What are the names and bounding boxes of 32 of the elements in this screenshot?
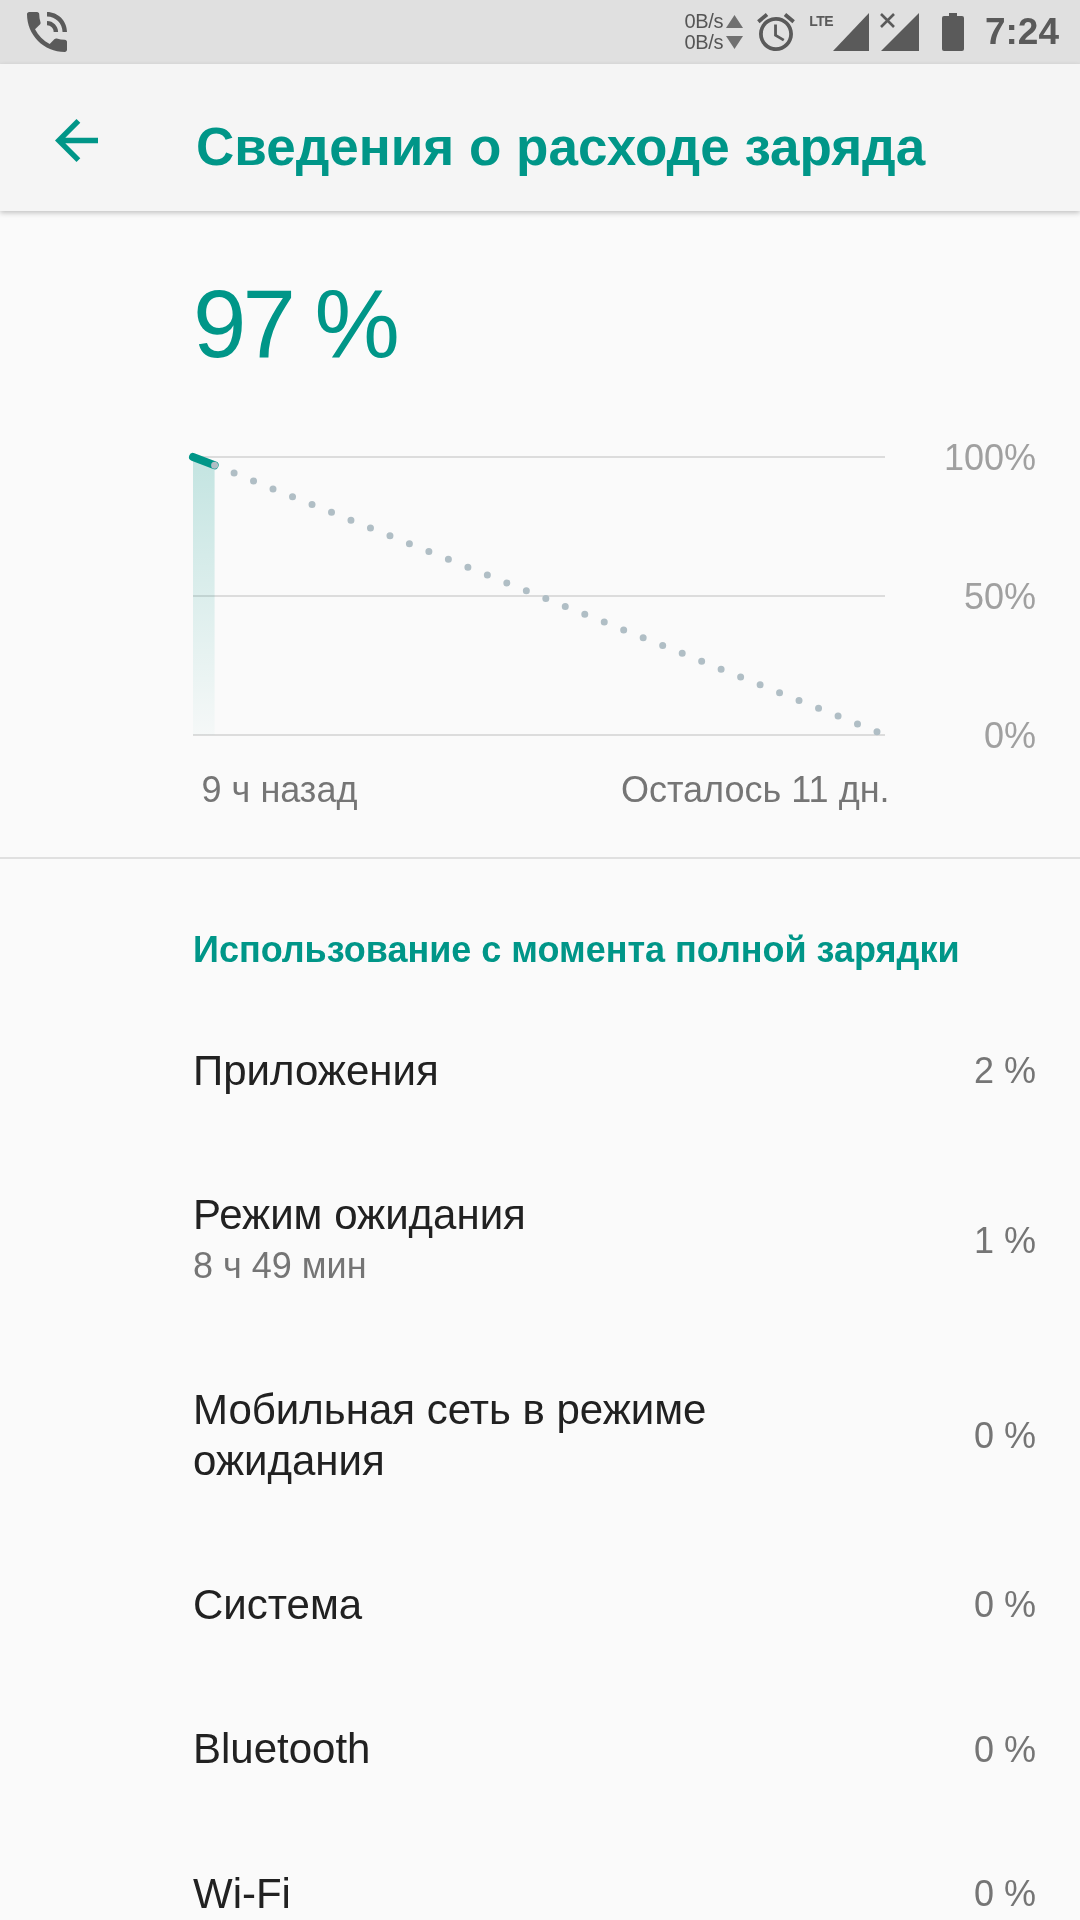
usage-item-title: Wi-Fi (193, 1868, 291, 1919)
usage-percentage: 0 % (973, 1727, 1036, 1772)
transfer-arrows-icon (726, 15, 744, 49)
battery-percentage: 97 % (193, 275, 396, 373)
usage-item-title: Режим ожидания (193, 1190, 526, 1241)
usage-item-title: Мобильная сеть в режиме ожидания (193, 1385, 708, 1486)
usage-item-title: Система (193, 1580, 363, 1631)
usage-item-summary: 8 ч 49 мин (193, 1243, 367, 1288)
usage-percentage: 0 % (973, 1583, 1036, 1628)
usage-item-title: Bluetooth (193, 1724, 371, 1775)
y-axis-label: 0% (983, 715, 1036, 756)
signal-x-icon (879, 13, 919, 51)
network-speed-text: 0B/s (684, 11, 724, 32)
usage-percentage: 2 % (973, 1049, 1036, 1094)
clock-time: 7:24 (984, 10, 1059, 54)
alarm-clock-icon (757, 13, 796, 51)
usage-percentage: 0 % (973, 1872, 1036, 1917)
usage-percentage: 0 % (973, 1413, 1036, 1458)
battery-icon (941, 13, 964, 51)
back-arrow-icon[interactable] (55, 118, 98, 162)
usage-item-title: Приложения (193, 1046, 439, 1096)
network-type-text: LTE (809, 13, 833, 30)
x-axis-label: Осталось 11 дн. (620, 769, 890, 810)
y-axis-label: 100% (943, 437, 1036, 478)
usage-percentage: 1 % (973, 1218, 1036, 1263)
y-axis-label: 50% (963, 576, 1036, 617)
phone-call-icon (27, 12, 67, 52)
section-header: Использование с момента полной зарядки (193, 928, 960, 972)
network-speed-text: 0B/s (684, 32, 724, 53)
screen-title: Сведения о расходе заряда (196, 116, 926, 177)
x-axis-label: 9 ч назад (201, 769, 358, 810)
signal-strength-icon (832, 13, 869, 51)
